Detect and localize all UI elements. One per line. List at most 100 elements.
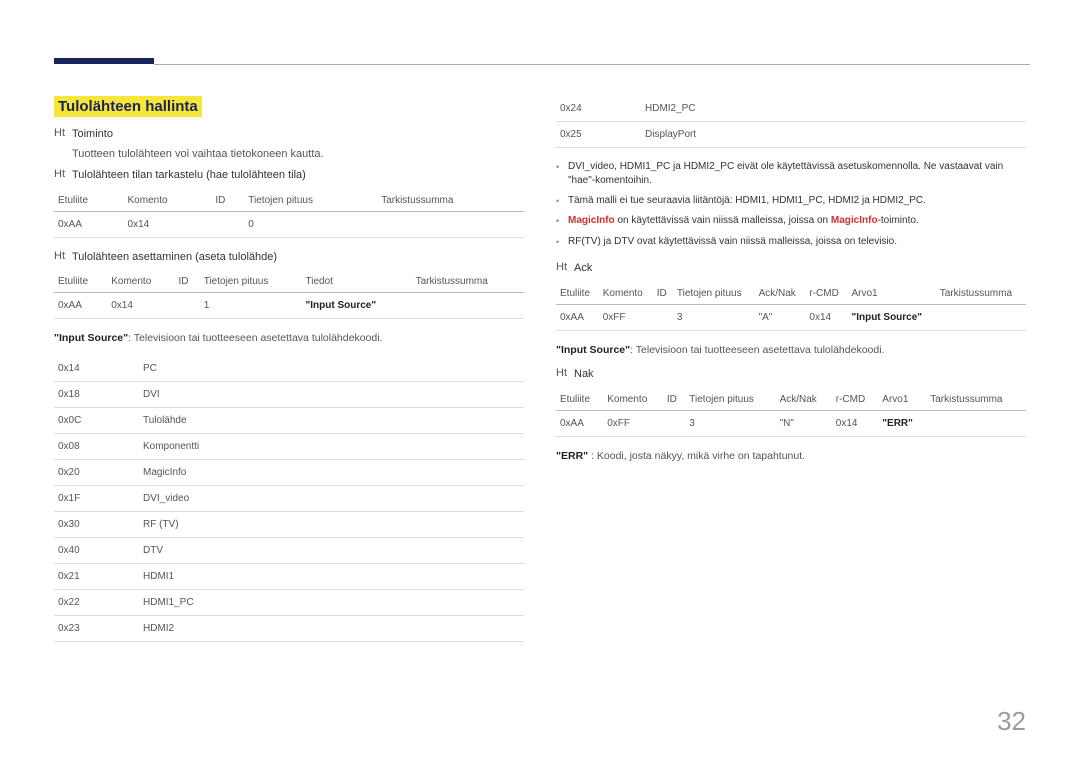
th: Ack/Nak <box>755 283 806 305</box>
th: r-CMD <box>832 389 879 411</box>
magicinfo-term: MagicInfo <box>831 215 878 226</box>
desc-rest: : Koodi, josta näkyy, mikä virhe on tapa… <box>588 450 805 462</box>
note: Tämä malli ei tue seuraavia liitäntöjä: … <box>568 194 1026 208</box>
th: ID <box>663 389 685 411</box>
th: Etuliite <box>556 389 603 411</box>
td: 0x21 <box>54 563 139 589</box>
td: HDMI1 <box>139 563 524 589</box>
note-end: -toiminto. <box>878 215 919 226</box>
th: Ack/Nak <box>776 389 832 411</box>
table-get-state: Etuliite Komento ID Tietojen pituus Tark… <box>54 190 524 238</box>
th-id: ID <box>175 271 200 293</box>
td: 0x23 <box>54 615 139 641</box>
td-input-source: "Input Source" <box>847 304 935 330</box>
bullet-ht: Ht <box>54 168 72 183</box>
td: 3 <box>673 304 755 330</box>
td: 0x1F <box>54 485 139 511</box>
bullet-icon: • <box>556 235 568 249</box>
th-id: ID <box>211 190 244 212</box>
td: 0x24 <box>556 96 641 122</box>
td: 0x30 <box>54 511 139 537</box>
td: 1 <box>200 293 302 319</box>
bullet-ht: Ht <box>54 127 72 142</box>
td: 0x14 <box>107 293 174 319</box>
note-magicinfo: MagicInfo on käytettävissä vain niissä m… <box>568 214 1026 228</box>
td: HDMI2 <box>139 615 524 641</box>
table-nak: Etuliite Komento ID Tietojen pituus Ack/… <box>556 389 1026 437</box>
th-datalen: Tietojen pituus <box>244 190 377 212</box>
th: Arvo1 <box>878 389 926 411</box>
td <box>175 293 200 319</box>
th-data: Tiedot <box>301 271 411 293</box>
td: 0x20 <box>54 459 139 485</box>
desc-term: "Input Source" <box>556 344 630 356</box>
magicinfo-term: MagicInfo <box>568 215 615 226</box>
td: HDMI2_PC <box>641 96 1026 122</box>
desc-term: "Input Source" <box>54 332 128 344</box>
function-heading: Toiminto <box>72 127 524 142</box>
note-mid: on käytettävissä vain niissä malleissa, … <box>615 215 831 226</box>
ack-heading: Ack <box>574 261 1026 276</box>
desc-rest: : Televisioon tai tuotteeseen asetettava… <box>630 344 884 356</box>
td: 3 <box>685 410 775 436</box>
td: 0x0C <box>54 407 139 433</box>
th: Arvo1 <box>847 283 935 305</box>
th: r-CMD <box>805 283 847 305</box>
th: ID <box>653 283 673 305</box>
left-column: Tulolähteen hallinta Ht Toiminto Tuottee… <box>54 96 524 654</box>
th: Tarkistussumma <box>926 389 1026 411</box>
th-datalen: Tietojen pituus <box>200 271 302 293</box>
td: DisplayPort <box>641 122 1026 148</box>
page-marker <box>54 58 154 64</box>
bullet-ht: Ht <box>54 250 72 265</box>
input-source-desc: "Input Source": Televisioon tai tuottees… <box>54 331 524 346</box>
th-command: Komento <box>107 271 174 293</box>
td <box>663 410 685 436</box>
td: 0x40 <box>54 537 139 563</box>
td: 0xAA <box>54 211 124 237</box>
td: 0x22 <box>54 589 139 615</box>
td: DVI_video <box>139 485 524 511</box>
ack-desc: "Input Source": Televisioon tai tuottees… <box>556 343 1026 358</box>
th-checksum: Tarkistussumma <box>377 190 524 212</box>
td: 0x25 <box>556 122 641 148</box>
header-rule <box>154 64 1030 65</box>
set-heading: Tulolähteen asettaminen (aseta tulolähde… <box>72 250 524 265</box>
bullet-ht: Ht <box>556 261 574 276</box>
td: RF (TV) <box>139 511 524 537</box>
td: 0 <box>244 211 377 237</box>
bullet-icon: • <box>556 160 568 188</box>
td: "A" <box>755 304 806 330</box>
td: HDMI1_PC <box>139 589 524 615</box>
function-desc: Tuotteen tulolähteen voi vaihtaa tietoko… <box>72 148 524 160</box>
bullet-icon: • <box>556 194 568 208</box>
td: Komponentti <box>139 433 524 459</box>
err-desc: "ERR" : Koodi, josta näkyy, mikä virhe o… <box>556 449 1026 464</box>
th: Etuliite <box>556 283 599 305</box>
td: 0x14 <box>805 304 847 330</box>
td: 0x14 <box>124 211 212 237</box>
table-source-codes-cont: 0x24HDMI2_PC 0x25DisplayPort <box>556 96 1026 148</box>
th: Komento <box>599 283 653 305</box>
td <box>653 304 673 330</box>
td: MagicInfo <box>139 459 524 485</box>
td: 0x18 <box>54 381 139 407</box>
page-number: 32 <box>997 706 1026 737</box>
th-prefix: Etuliite <box>54 271 107 293</box>
table-source-codes: 0x14PC 0x18DVI 0x0CTulolähde 0x08Kompone… <box>54 356 524 642</box>
td <box>412 293 524 319</box>
bullet-icon: • <box>556 214 568 228</box>
table-ack: Etuliite Komento ID Tietojen pituus Ack/… <box>556 283 1026 331</box>
td-err: "ERR" <box>878 410 926 436</box>
td: 0xFF <box>603 410 663 436</box>
td: 0xAA <box>556 304 599 330</box>
td: PC <box>139 356 524 382</box>
td: 0xFF <box>599 304 653 330</box>
note: DVI_video, HDMI1_PC ja HDMI2_PC eivät ol… <box>568 160 1026 188</box>
desc-rest: : Televisioon tai tuotteeseen asetettava… <box>128 332 382 344</box>
note: RF(TV) ja DTV ovat käytettävissä vain ni… <box>568 235 1026 249</box>
td: 0xAA <box>556 410 603 436</box>
th-checksum: Tarkistussumma <box>412 271 524 293</box>
th: Tietojen pituus <box>673 283 755 305</box>
td: 0x08 <box>54 433 139 459</box>
